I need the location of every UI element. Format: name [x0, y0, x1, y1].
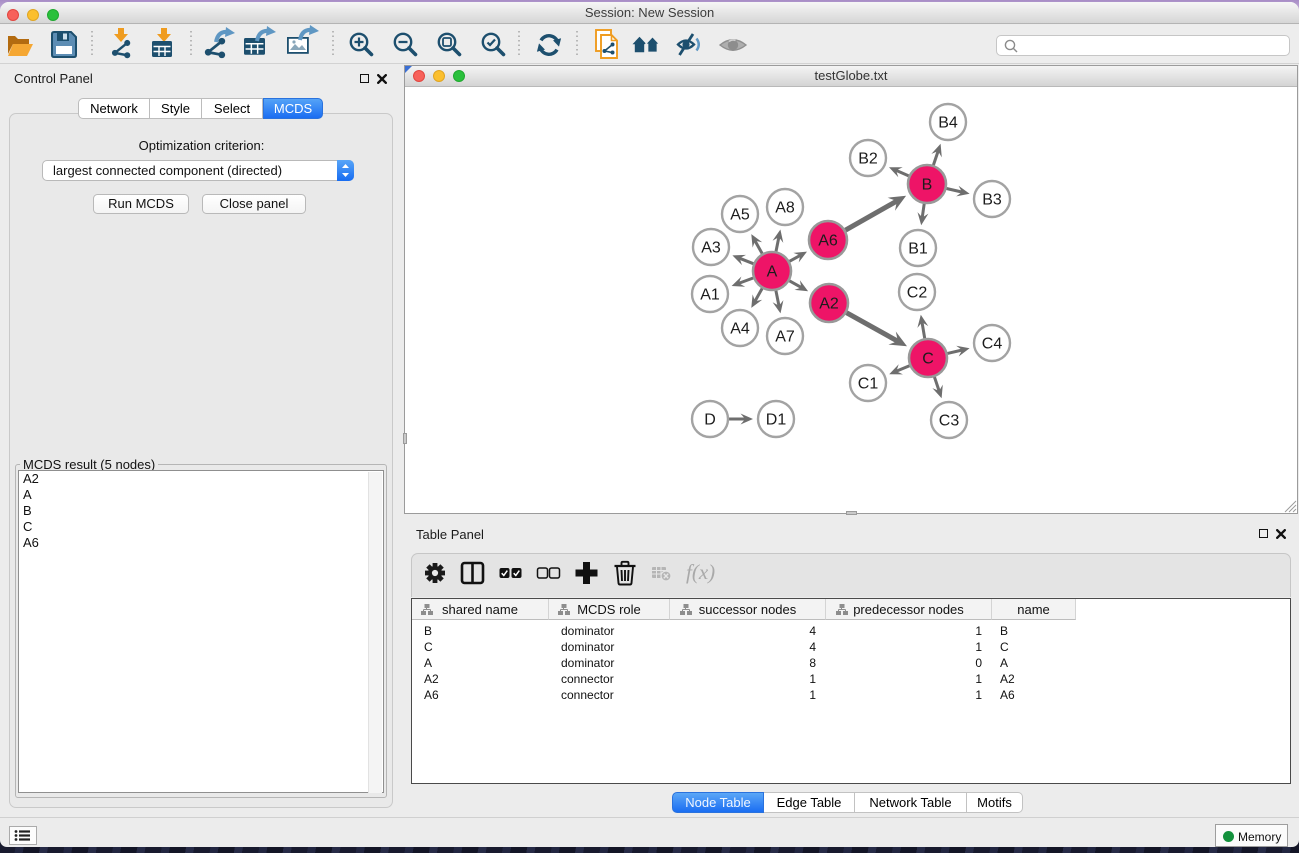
svg-text:A: A [767, 264, 778, 281]
svg-text:B4: B4 [938, 115, 958, 132]
svg-text:B2: B2 [858, 151, 878, 168]
svg-text:B3: B3 [982, 192, 1002, 209]
svg-text:A7: A7 [775, 329, 795, 346]
svg-text:A8: A8 [775, 200, 795, 217]
svg-text:A4: A4 [730, 321, 750, 338]
svg-text:C: C [922, 351, 934, 368]
svg-text:C4: C4 [982, 336, 1003, 353]
svg-text:B1: B1 [908, 241, 928, 258]
svg-text:D1: D1 [766, 412, 787, 429]
svg-text:C2: C2 [907, 285, 928, 302]
svg-text:A5: A5 [730, 207, 750, 224]
svg-text:A3: A3 [701, 240, 721, 257]
svg-text:A1: A1 [700, 287, 720, 304]
svg-text:C3: C3 [939, 413, 960, 430]
svg-text:A6: A6 [818, 233, 838, 250]
svg-text:A2: A2 [819, 296, 839, 313]
svg-text:D: D [704, 412, 716, 429]
svg-text:B: B [922, 177, 933, 194]
svg-text:C1: C1 [858, 376, 879, 393]
